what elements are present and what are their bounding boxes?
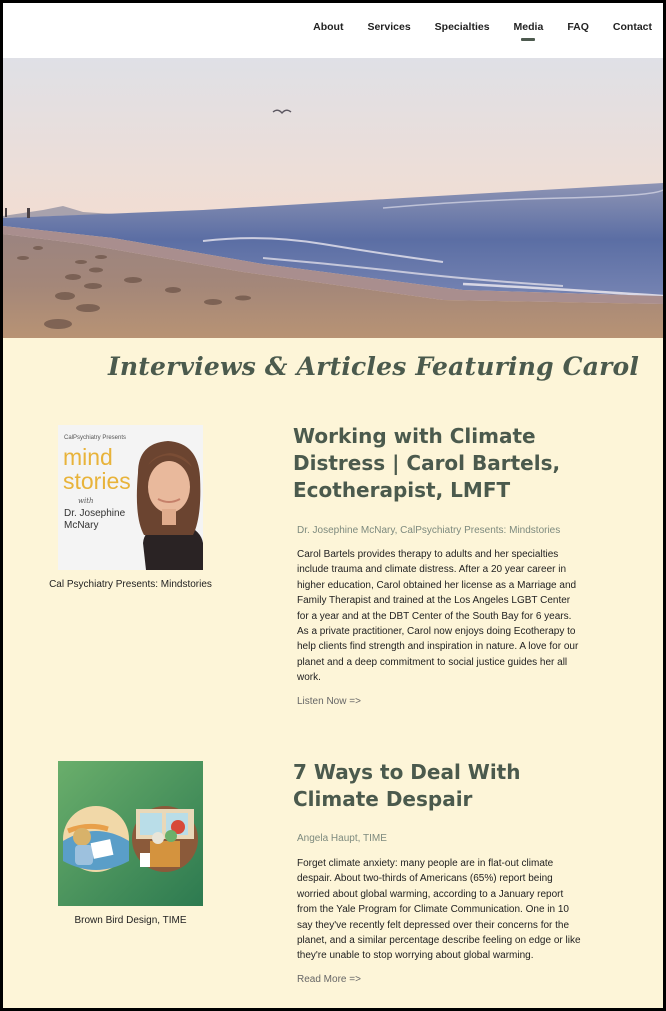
article-author: Dr. Josephine McNary, CalPsychiatry Pres… [297,525,561,536]
thumb-stories-text: stories [63,468,131,494]
nav-specialties[interactable]: Specialties [435,21,490,33]
time-illustration-thumbnail[interactable] [58,761,203,906]
section-title: Interviews & Articles Featuring Carol [108,352,640,381]
main-nav: About Services Specialties Media FAQ Con… [289,21,652,33]
nav-faq[interactable]: FAQ [567,21,589,33]
article-title[interactable]: Working with Climate Distress | Carol Ba… [293,423,593,504]
article-author: Angela Haupt, TIME [297,833,387,844]
article-summary: Forget climate anxiety: many people are … [297,858,581,962]
hero-beach-image [3,58,663,338]
nav-services[interactable]: Services [367,21,410,33]
thumb-presenter-label: CalPsychiatry Presents [64,435,127,441]
read-more-link[interactable]: Read More => [297,974,361,985]
thumbnail-caption: Cal Psychiatry Presents: Mindstories [49,579,212,590]
nav-media[interactable]: Media [514,21,544,33]
thumb-mind-text: mind [63,444,113,470]
site-header: About Services Specialties Media FAQ Con… [3,3,663,58]
nav-about[interactable]: About [313,21,343,33]
listen-now-link[interactable]: Listen Now => [297,696,361,707]
page-frame: About Services Specialties Media FAQ Con… [3,3,663,1008]
thumbnail-caption: Brown Bird Design, TIME [74,915,187,926]
mindstories-podcast-thumbnail[interactable]: CalPsychiatry Presents mind stories with… [58,425,203,570]
thumb-host-name-1: Dr. Josephine [64,508,126,519]
article-summary: Carol Bartels provides therapy to adults… [297,549,579,684]
nav-contact[interactable]: Contact [613,21,652,33]
thumb-host-name-2: McNary [64,520,99,531]
thumb-with-text: with [78,497,94,505]
article-title[interactable]: 7 Ways to Deal With Climate Despair [293,759,593,813]
